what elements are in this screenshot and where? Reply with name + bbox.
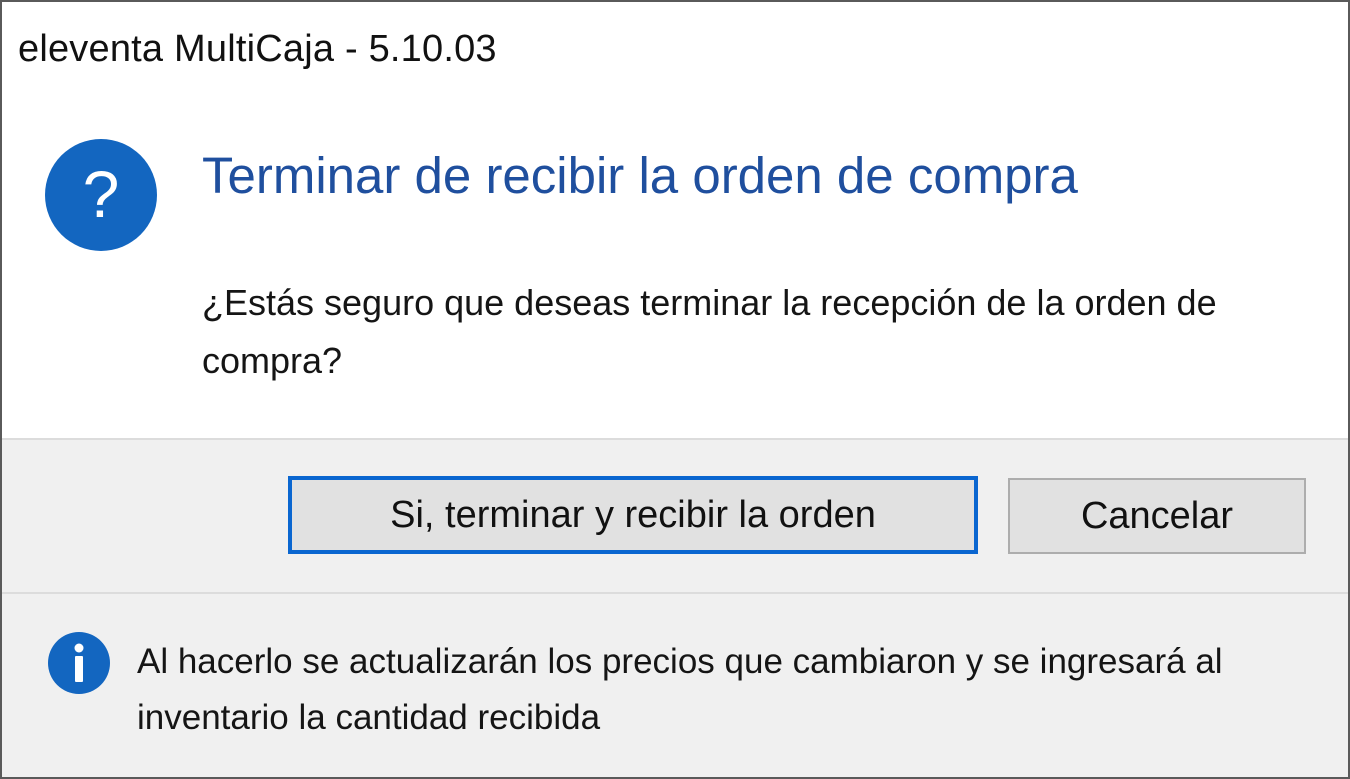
question-icon: ? — [45, 139, 157, 251]
main-instruction: Terminar de recibir la orden de compra — [202, 147, 1078, 204]
content-text: ¿Estás seguro que deseas terminar la rec… — [202, 282, 1217, 381]
dialog-content: ? Terminar de recibir la orden de compra… — [2, 102, 1348, 438]
title-bar: eleventa MultiCaja - 5.10.03 — [2, 2, 1348, 102]
footer-text: Al hacerlo se actualizarán los precios q… — [137, 642, 1223, 737]
confirm-receive-button[interactable]: Si, terminar y recibir la orden — [288, 476, 978, 554]
footer: Al hacerlo se actualizarán los precios q… — [2, 594, 1348, 777]
svg-text:?: ? — [83, 157, 120, 231]
cancel-button[interactable]: Cancelar — [1008, 478, 1306, 554]
button-area: Si, terminar y recibir la orden Cancelar — [2, 438, 1348, 592]
info-icon — [48, 632, 110, 694]
message-dialog: eleventa MultiCaja - 5.10.03 ? Terminar … — [0, 0, 1350, 779]
window-title: eleventa MultiCaja - 5.10.03 — [18, 28, 497, 70]
